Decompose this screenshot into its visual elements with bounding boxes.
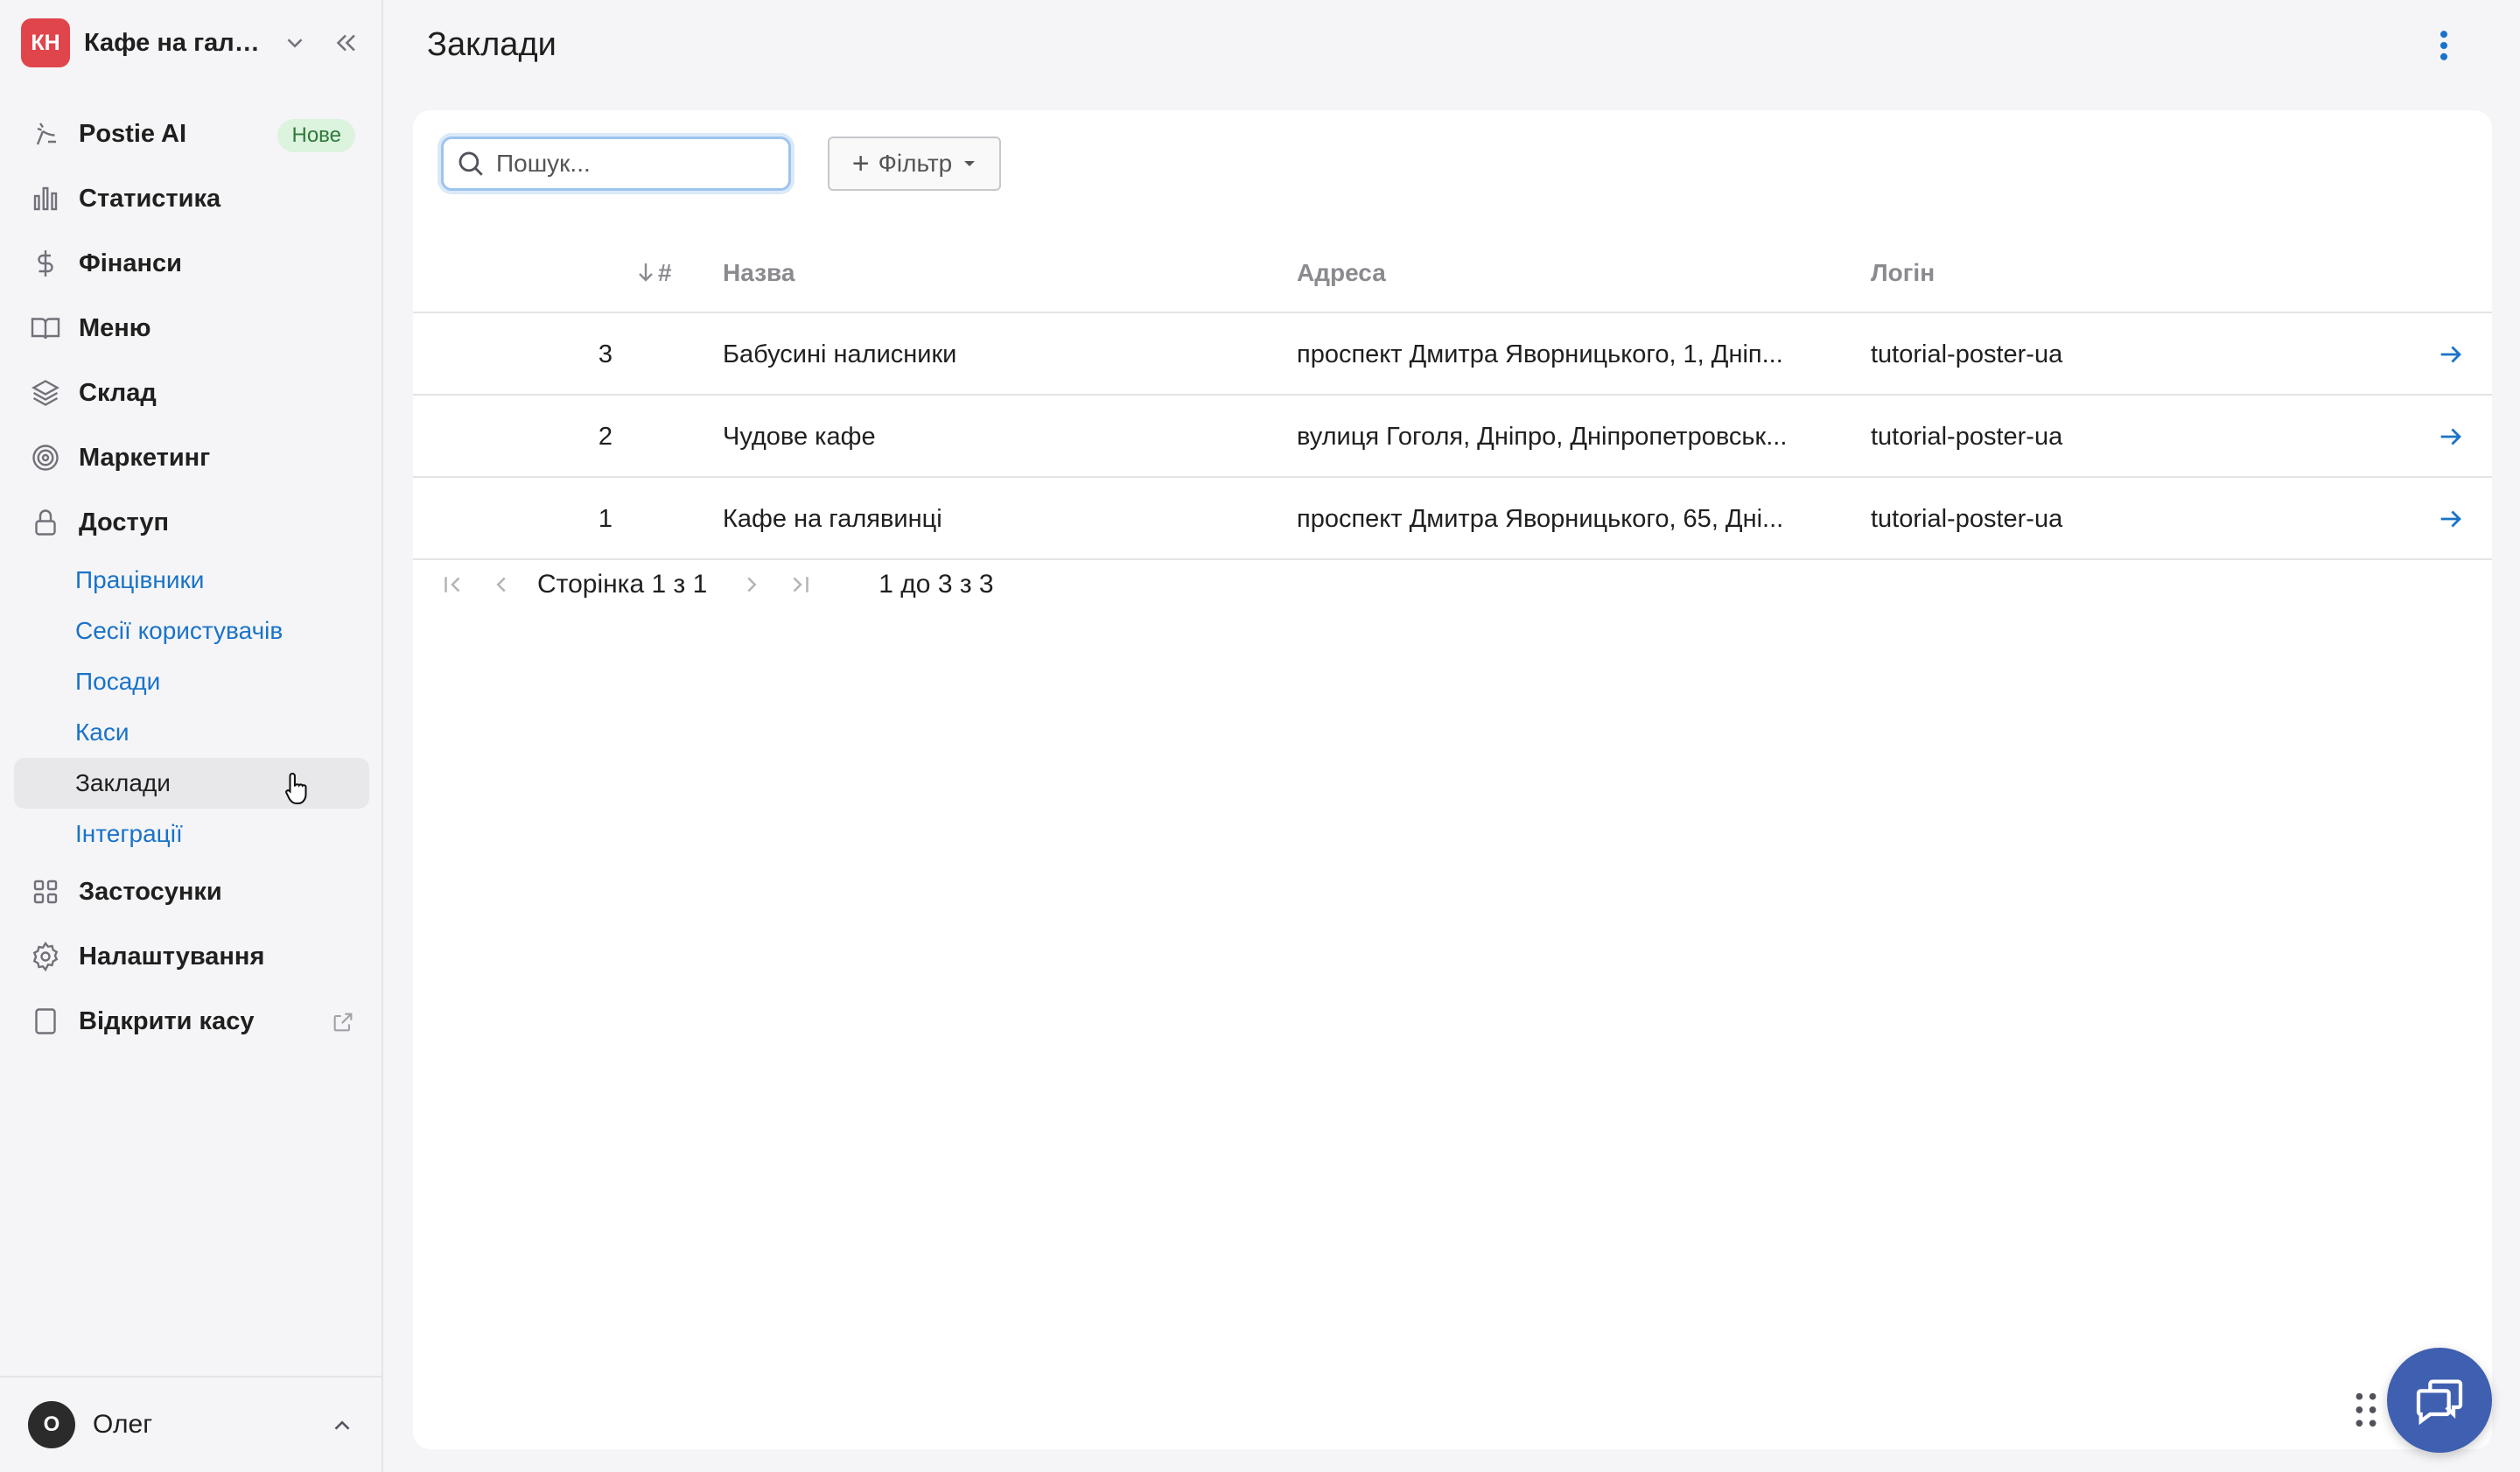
chevron-down-icon bbox=[287, 39, 303, 48]
sidebar-subitem-registers[interactable]: Каси bbox=[14, 707, 369, 758]
external-link-icon bbox=[333, 1013, 353, 1032]
next-page-icon[interactable] bbox=[738, 571, 765, 598]
tablet-icon bbox=[35, 1008, 56, 1034]
sidebar-item-label: Меню bbox=[79, 313, 151, 342]
page-title: Заклади bbox=[427, 26, 556, 63]
venue-name: Кафе на галя... bbox=[84, 28, 268, 57]
cell-number: 1 bbox=[598, 505, 612, 533]
filter-label: Фільтр bbox=[878, 150, 953, 177]
sidebar-subitem-integrations[interactable]: Інтеграції bbox=[14, 809, 369, 859]
access-subnav: Працівники Сесії користувачів Посади Кас… bbox=[14, 555, 369, 859]
sidebar-item-settings[interactable]: Налаштування bbox=[14, 924, 369, 989]
sidebar-item-label: Доступ bbox=[79, 508, 170, 536]
sidebar-subitem-positions[interactable]: Посади bbox=[14, 656, 369, 707]
sidebar-nav: Postie AI Нове Статистика Фінанси Меню С… bbox=[14, 102, 369, 1054]
bar-chart-icon bbox=[33, 186, 58, 211]
collapse-sidebar-icon[interactable] bbox=[331, 28, 360, 58]
layers-icon bbox=[32, 380, 60, 406]
more-options-icon[interactable] bbox=[2429, 26, 2459, 65]
row-range: 1 до 3 з 3 bbox=[878, 570, 994, 599]
lock-icon bbox=[35, 509, 56, 536]
sidebar-item-marketing[interactable]: Маркетинг bbox=[14, 425, 369, 490]
cell-name: Кафе на галявинці bbox=[723, 505, 942, 533]
new-badge: Нове bbox=[277, 119, 355, 152]
search-input[interactable] bbox=[496, 150, 776, 178]
table-row[interactable]: 3 Бабусині налисники проспект Дмитра Яво… bbox=[413, 313, 2492, 396]
chat-icon bbox=[2416, 1379, 2463, 1426]
cell-address: проспект Дмитра Яворницького, 65, Дні... bbox=[1297, 505, 1784, 533]
sidebar-item-postie-ai[interactable]: Postie AI Нове bbox=[14, 102, 369, 166]
drag-handle-icon[interactable] bbox=[2354, 1391, 2378, 1428]
arrow-right-icon[interactable] bbox=[2436, 504, 2466, 534]
cell-number: 3 bbox=[598, 340, 612, 368]
first-page-icon[interactable] bbox=[439, 571, 466, 598]
column-header-number[interactable]: # bbox=[635, 259, 672, 287]
sidebar-item-apps[interactable]: Застосунки bbox=[14, 859, 369, 924]
venue-avatar: КН bbox=[21, 18, 70, 67]
search-field[interactable] bbox=[441, 137, 791, 191]
sidebar-item-stock[interactable]: Склад bbox=[14, 361, 369, 425]
dollar-icon bbox=[38, 250, 53, 277]
sidebar-item-label: Маркетинг bbox=[79, 443, 211, 472]
sidebar-item-label: Відкрити касу bbox=[79, 1006, 255, 1035]
sidebar-item-label: Postie AI bbox=[79, 119, 187, 148]
arrow-right-icon[interactable] bbox=[2436, 422, 2466, 452]
avatar: О bbox=[28, 1401, 75, 1448]
sidebar-item-finance[interactable]: Фінанси bbox=[14, 231, 369, 296]
caret-down-icon bbox=[964, 161, 976, 166]
table-header: # Назва Адреса Логін bbox=[413, 233, 2492, 313]
user-menu[interactable]: О Олег bbox=[0, 1376, 382, 1472]
venue-switcher[interactable]: КН Кафе на галя... bbox=[21, 16, 362, 70]
prev-page-icon[interactable] bbox=[488, 571, 514, 598]
cell-login: tutorial-poster-ua bbox=[1871, 423, 2063, 451]
sidebar-subitem-label: Заклади bbox=[75, 769, 171, 796]
book-icon bbox=[31, 318, 60, 340]
hand-cursor-icon bbox=[285, 772, 307, 805]
pagination: Сторінка 1 з 1 1 до 3 з 3 bbox=[439, 562, 994, 607]
venues-table: # Назва Адреса Логін 3 Бабусині налисник… bbox=[413, 233, 2492, 560]
sort-arrow-down-icon bbox=[639, 263, 653, 282]
sidebar-item-label: Налаштування bbox=[79, 942, 265, 971]
chevron-up-icon bbox=[334, 1420, 350, 1430]
sidebar: КН Кафе на галя... Postie AI Нове Статис… bbox=[0, 0, 383, 1472]
add-filter-button[interactable]: + Фільтр bbox=[828, 137, 1001, 191]
cell-name: Чудове кафе bbox=[723, 423, 876, 451]
column-header-address[interactable]: Адреса bbox=[1297, 259, 1386, 287]
sidebar-subitem-employees[interactable]: Працівники bbox=[14, 555, 369, 606]
table-row[interactable]: 2 Чудове кафе вулиця Гоголя, Дніпро, Дні… bbox=[413, 396, 2492, 478]
sidebar-subitem-user-sessions[interactable]: Сесії користувачів bbox=[14, 606, 369, 656]
cell-name: Бабусині налисники bbox=[723, 340, 957, 368]
table-row[interactable]: 1 Кафе на галявинці проспект Дмитра Явор… bbox=[413, 478, 2492, 560]
cell-number: 2 bbox=[598, 423, 612, 451]
target-icon bbox=[32, 445, 59, 471]
cell-address: проспект Дмитра Яворницького, 1, Дніп... bbox=[1297, 340, 1783, 368]
sidebar-item-label: Статистика bbox=[79, 184, 221, 213]
venues-card: + Фільтр # Назва Адреса Логін 3 Бабусині… bbox=[413, 110, 2492, 1449]
last-page-icon[interactable] bbox=[788, 571, 814, 598]
sidebar-item-open-register[interactable]: Відкрити касу bbox=[14, 989, 369, 1054]
gear-icon bbox=[32, 941, 59, 972]
column-header-login[interactable]: Логін bbox=[1871, 259, 1935, 287]
sidebar-item-label: Застосунки bbox=[79, 877, 222, 906]
search-icon bbox=[458, 151, 483, 176]
sidebar-item-label: Склад bbox=[79, 378, 157, 407]
cell-login: tutorial-poster-ua bbox=[1871, 505, 2063, 533]
sidebar-item-statistics[interactable]: Статистика bbox=[14, 166, 369, 231]
postie-ai-icon bbox=[36, 123, 56, 145]
plus-icon: + bbox=[851, 146, 870, 180]
column-header-label: # bbox=[658, 259, 672, 286]
sidebar-subitem-venues[interactable]: Заклади bbox=[14, 758, 369, 809]
user-name: Олег bbox=[93, 1410, 153, 1439]
column-header-name[interactable]: Назва bbox=[723, 259, 794, 287]
support-chat-button[interactable] bbox=[2387, 1348, 2492, 1453]
cell-address: вулиця Гоголя, Дніпро, Дніпропетровськ..… bbox=[1297, 423, 1788, 451]
grid-icon bbox=[33, 880, 58, 904]
sidebar-item-menu[interactable]: Меню bbox=[14, 296, 369, 361]
sidebar-item-access[interactable]: Доступ bbox=[14, 490, 369, 555]
cell-login: tutorial-poster-ua bbox=[1871, 340, 2063, 368]
sidebar-item-label: Фінанси bbox=[79, 249, 182, 277]
page-indicator: Сторінка 1 з 1 bbox=[537, 570, 708, 599]
arrow-right-icon[interactable] bbox=[2436, 340, 2466, 369]
